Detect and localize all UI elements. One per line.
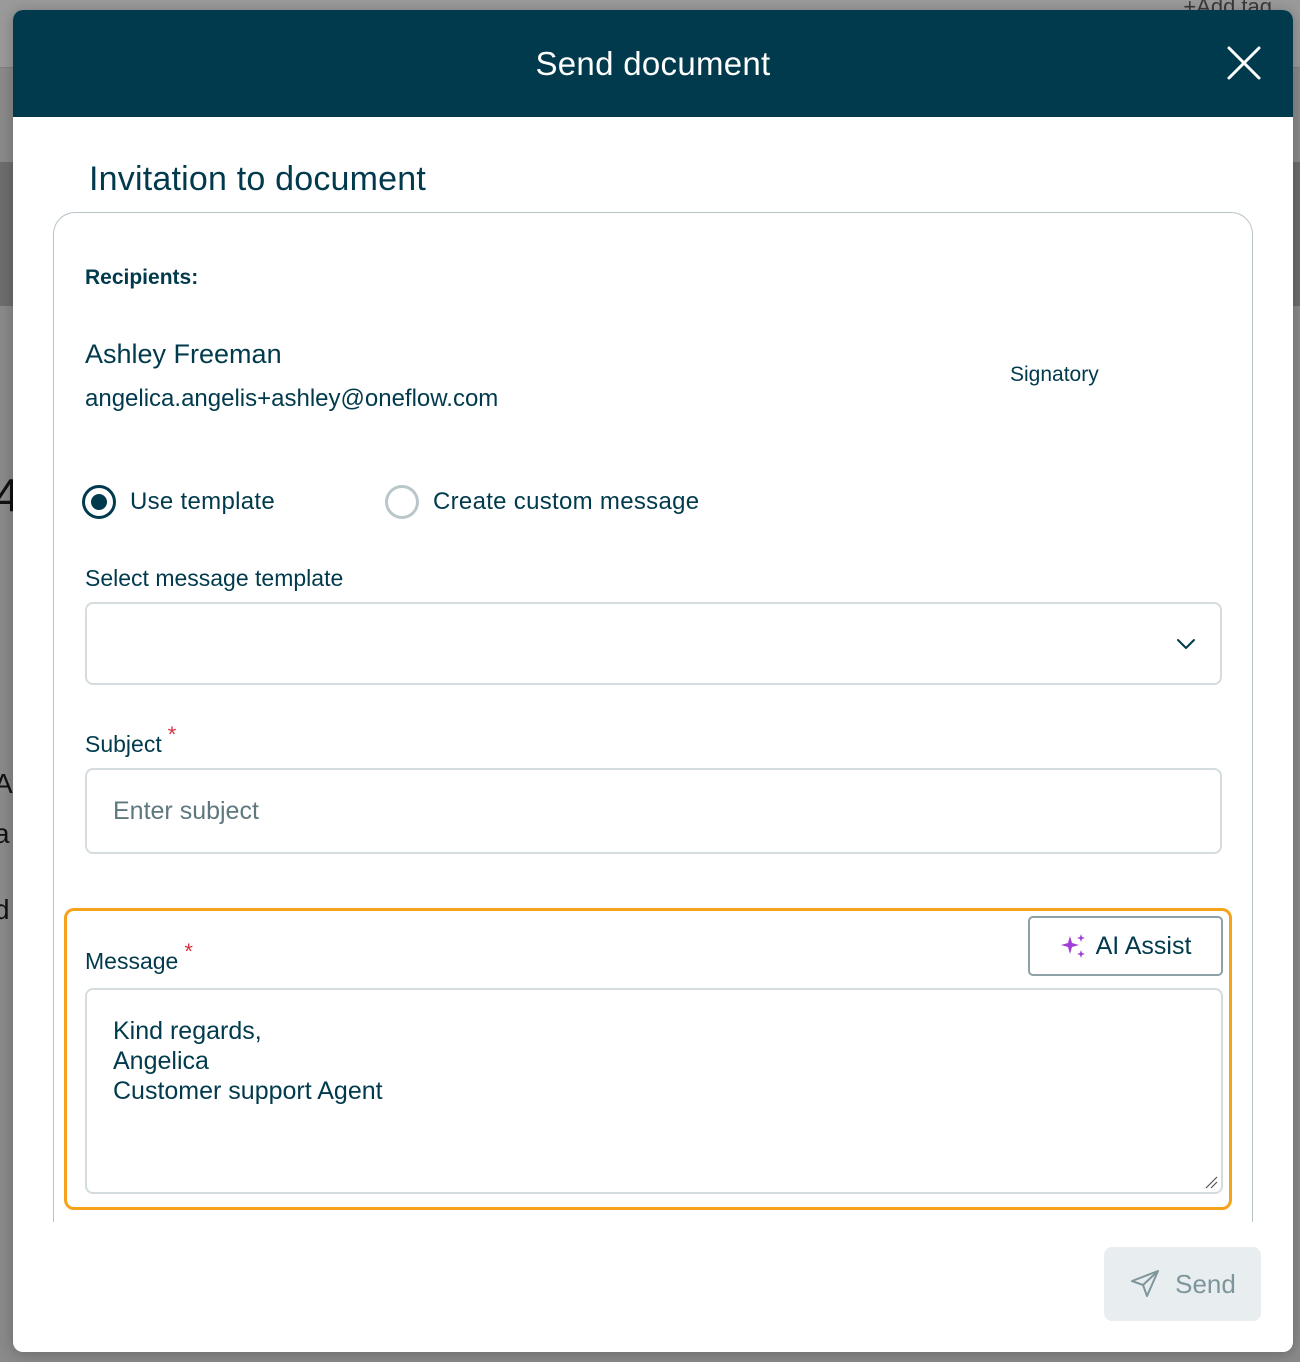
paper-plane-icon <box>1131 1270 1160 1297</box>
send-button[interactable]: Send <box>1104 1247 1261 1321</box>
modal-header: Send document <box>13 10 1293 117</box>
chevron-down-icon <box>1177 639 1195 649</box>
recipient-name: Ashley Freeman <box>85 339 282 369</box>
background-glyph: a <box>0 818 10 849</box>
radio-label: Create custom message <box>433 488 700 515</box>
template-select-label: Select message template <box>85 565 344 591</box>
modal-title: Send document <box>535 44 771 82</box>
section-title: Invitation to document <box>89 160 427 198</box>
ai-assist-label: AI Assist <box>1095 931 1192 960</box>
close-button[interactable] <box>1225 44 1263 82</box>
close-icon <box>1227 46 1261 80</box>
required-mark: * <box>167 722 177 747</box>
recipients-label: Recipients: <box>85 266 199 289</box>
message-line: Kind regards, <box>113 1017 262 1045</box>
radio-create-custom-message[interactable]: Create custom message <box>385 485 699 519</box>
radio-button-unchecked[interactable] <box>385 485 419 519</box>
message-label-wrap: Message * <box>85 939 193 975</box>
message-textarea[interactable]: Kind regards, Angelica Customer support … <box>85 988 1223 1194</box>
background-glyph: A <box>0 768 13 799</box>
required-mark: * <box>184 939 193 964</box>
message-line: Customer support Agent <box>113 1077 383 1105</box>
subject-field[interactable] <box>85 768 1222 854</box>
send-label: Send <box>1175 1268 1236 1299</box>
ai-assist-button[interactable]: AI Assist <box>1028 916 1223 976</box>
resize-handle-icon[interactable] <box>1204 1175 1218 1189</box>
recipient-email: angelica.angelis+ashley@oneflow.com <box>85 385 499 412</box>
send-document-modal: Send document Invitation to document Rec… <box>13 10 1293 1352</box>
subject-label: Subject <box>85 731 162 757</box>
sparkle-icon <box>1060 934 1085 958</box>
subject-input[interactable] <box>113 796 1194 826</box>
message-line: Angelica <box>113 1047 209 1075</box>
radio-use-template[interactable]: Use template <box>82 485 275 519</box>
message-label: Message <box>85 948 179 974</box>
message-section-highlight: AI Assist Message * Kind regards, Angelic… <box>64 908 1232 1210</box>
recipient-role: Signatory <box>1010 363 1099 386</box>
invitation-card: Recipients: Ashley Freeman angelica.ange… <box>53 212 1253 1222</box>
radio-button-checked[interactable] <box>82 485 116 519</box>
subject-label-wrap: Subject * <box>85 722 176 758</box>
background-glyph: d <box>0 894 10 925</box>
template-select[interactable] <box>85 602 1222 685</box>
radio-label: Use template <box>130 488 275 515</box>
